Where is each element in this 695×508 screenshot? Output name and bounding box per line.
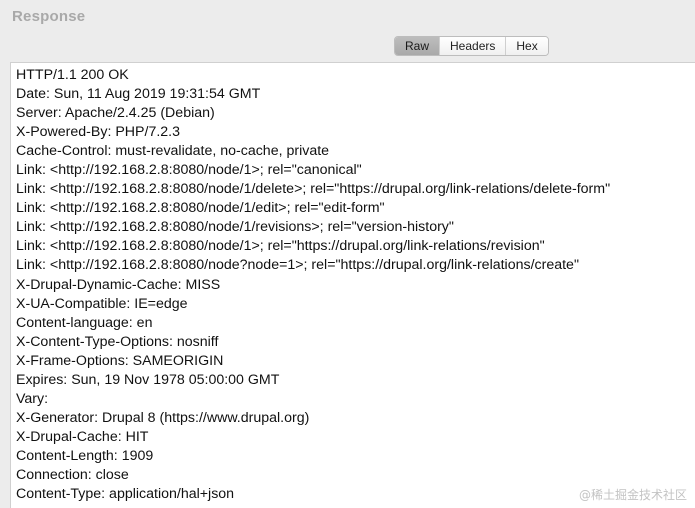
- response-line: Expires: Sun, 19 Nov 1978 05:00:00 GMT: [16, 371, 280, 388]
- response-line: Link: <http://192.168.2.8:8080/node/1/re…: [16, 219, 454, 236]
- response-line: Server: Apache/2.4.25 (Debian): [16, 105, 215, 122]
- response-line: Date: Sun, 11 Aug 2019 19:31:54 GMT: [16, 86, 261, 103]
- response-line: Link: <http://192.168.2.8:8080/node/1>; …: [16, 238, 545, 255]
- view-tabs: Raw Headers Hex: [394, 36, 549, 56]
- tab-headers[interactable]: Headers: [440, 37, 507, 55]
- watermark: @稀土掘金技术社区: [578, 488, 687, 502]
- response-line: X-Drupal-Cache: HIT: [16, 428, 149, 445]
- response-line: X-Powered-By: PHP/7.2.3: [16, 124, 181, 141]
- response-line: X-Content-Type-Options: nosniff: [16, 333, 219, 350]
- response-lines: HTTP/1.1 200 OK Date: Sun, 11 Aug 2019 1…: [16, 66, 610, 504]
- response-line: Content-language: en: [16, 314, 153, 331]
- response-line: Link: <http://192.168.2.8:8080/node/1>; …: [16, 162, 362, 179]
- response-line: Link: <http://192.168.2.8:8080/node?node…: [16, 257, 579, 274]
- response-line: HTTP/1.1 200 OK: [16, 67, 129, 83]
- response-line: Link: <http://192.168.2.8:8080/node/1/ed…: [16, 200, 385, 217]
- tab-bar: [0, 32, 695, 62]
- response-line: X-Frame-Options: SAMEORIGIN: [16, 352, 224, 369]
- response-line: Link: <http://192.168.2.8:8080/node/1/de…: [16, 181, 611, 198]
- tab-raw[interactable]: Raw: [395, 37, 441, 55]
- response-line: Content-Type: application/hal+json: [16, 486, 235, 503]
- tab-hex[interactable]: Hex: [506, 37, 548, 55]
- response-text-area[interactable]: HTTP/1.1 200 OK Date: Sun, 11 Aug 2019 1…: [10, 62, 695, 508]
- response-line: Vary:: [16, 390, 49, 407]
- response-line: Cache-Control: must-revalidate, no-cache…: [16, 143, 330, 160]
- response-line: Connection: close: [16, 466, 129, 483]
- response-line: X-UA-Compatible: IE=edge: [16, 295, 188, 312]
- response-line: X-Generator: Drupal 8 (https://www.drupa…: [16, 409, 310, 426]
- panel-title: Response: [12, 8, 86, 25]
- response-line: X-Drupal-Dynamic-Cache: MISS: [16, 276, 221, 293]
- response-line: Content-Length: 1909: [16, 447, 154, 464]
